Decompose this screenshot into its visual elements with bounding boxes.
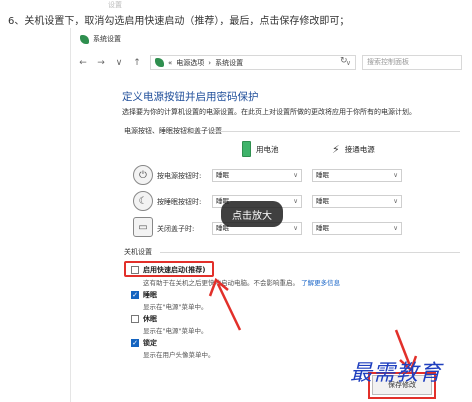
arrow-to-fast-startup <box>208 277 242 331</box>
annotation-arrows <box>208 277 418 373</box>
watermark-logo: 最需教育 <box>350 361 443 386</box>
